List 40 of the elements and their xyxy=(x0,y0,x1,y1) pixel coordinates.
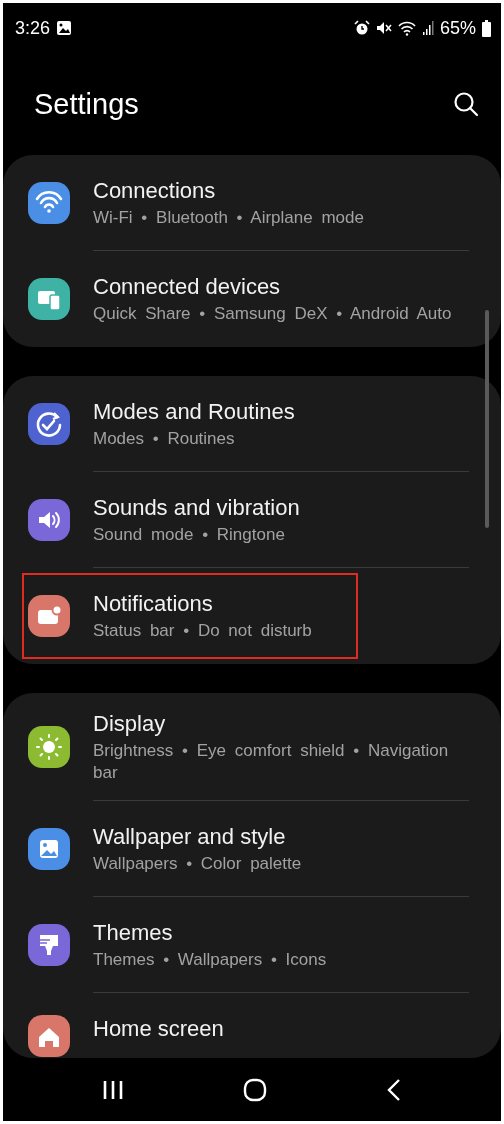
clock-time: 3:26 xyxy=(15,17,51,39)
item-subtitle: Wallpapers • Color palette xyxy=(93,853,303,875)
settings-item[interactable]: Themes Themes • Wallpapers • Icons xyxy=(3,897,501,993)
item-title: Connected devices xyxy=(93,273,282,301)
recents-icon xyxy=(102,1078,125,1101)
item-subtitle: Wi-Fi • Bluetooth • Airplane mode xyxy=(93,207,365,229)
item-subtitle: Sound mode • Ringtone xyxy=(93,524,286,546)
gallery-icon xyxy=(56,20,73,36)
item-subtitle: Themes • Wallpapers • Icons xyxy=(93,949,328,971)
settings-item[interactable]: Wallpaper and style Wallpapers • Color palette xyxy=(3,801,501,897)
settings-item[interactable]: Sounds and vibration Sound mode • Ringtone xyxy=(3,472,501,568)
item-title: Themes xyxy=(93,919,174,947)
back-icon xyxy=(385,1077,402,1102)
settings-item[interactable]: Display Brightness • Eye comfort shield • Navigation bar xyxy=(3,693,501,801)
item-title: Connections xyxy=(93,177,217,205)
home-icon xyxy=(243,1077,267,1102)
battery-percentage: 65% xyxy=(439,17,476,39)
scrollbar[interactable] xyxy=(485,310,489,528)
battery-icon xyxy=(482,19,491,37)
item-subtitle: Brightness • Eye comfort shield • Navigation bar xyxy=(93,740,450,784)
item-subtitle: Quick Share • Samsung DeX • Android Auto xyxy=(93,303,453,325)
settings-item[interactable]: Connected devices Quick Share • Samsung DeX • Android Auto xyxy=(3,251,501,347)
settings-item[interactable]: Connections Wi-Fi • Bluetooth • Airplane mode xyxy=(3,155,501,251)
wifi-icon xyxy=(397,20,416,36)
mute-icon xyxy=(375,20,392,36)
item-subtitle: Status bar • Do not disturb xyxy=(93,620,313,642)
settings-item[interactable]: Home screen xyxy=(3,993,501,1058)
item-title: Modes and Routines xyxy=(93,398,296,426)
settings-item[interactable]: Modes and Routines Modes • Routines xyxy=(3,376,501,472)
alarm-icon xyxy=(353,20,370,36)
item-title: Home screen xyxy=(93,1015,225,1043)
signal-icon xyxy=(421,20,434,36)
item-title: Notifications xyxy=(93,590,214,618)
item-title: Wallpaper and style xyxy=(93,823,287,851)
item-title: Display xyxy=(93,710,167,738)
item-title: Sounds and vibration xyxy=(93,494,301,522)
search-icon xyxy=(453,91,479,117)
settings-item[interactable]: Notifications Status bar • Do not disturb xyxy=(3,568,501,664)
item-subtitle: Modes • Routines xyxy=(93,428,236,450)
page-title: Settings xyxy=(34,87,139,121)
